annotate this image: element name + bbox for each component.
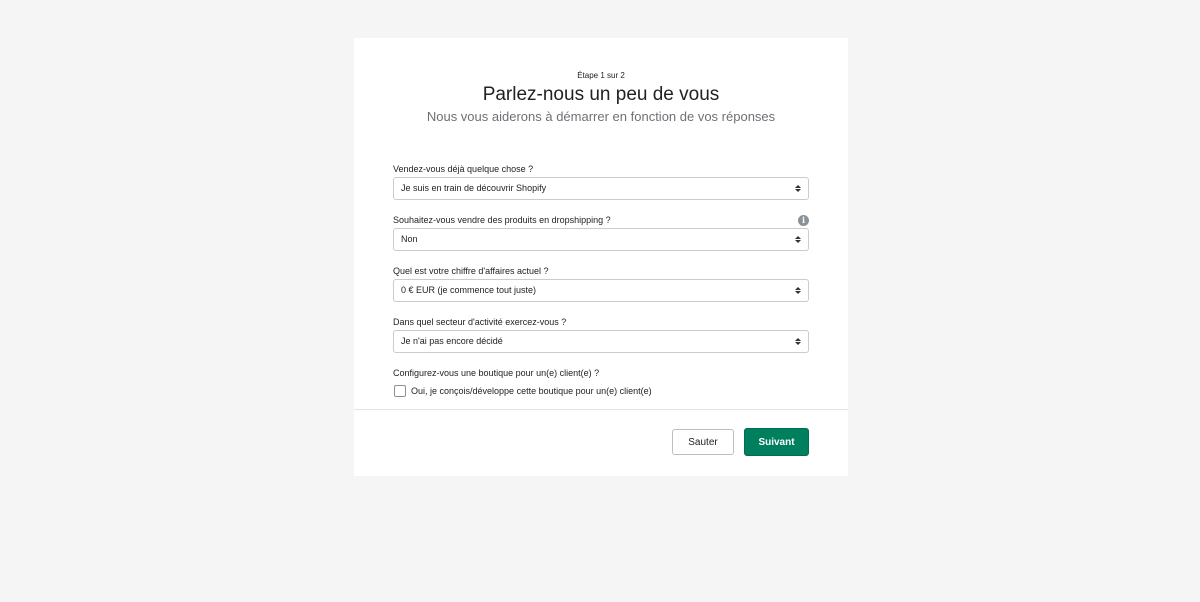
client-checkbox-row[interactable]: Oui, je conçois/développe cette boutique… bbox=[393, 385, 809, 397]
footer-divider bbox=[354, 409, 848, 410]
industry-select[interactable]: Je n'ai pas encore décidé bbox=[393, 330, 809, 353]
field-revenue: Quel est votre chiffre d'affaires actuel… bbox=[393, 264, 809, 302]
onboarding-card: Étape 1 sur 2 Parlez-nous un peu de vous… bbox=[354, 38, 848, 476]
field-label: Souhaitez-vous vendre des produits en dr… bbox=[393, 215, 611, 225]
questionnaire-form: Vendez-vous déjà quelque chose ? Je suis… bbox=[393, 162, 809, 397]
select-value: Je suis en train de découvrir Shopify bbox=[401, 183, 547, 193]
field-label: Configurez-vous une boutique pour un(e) … bbox=[393, 368, 600, 378]
info-icon[interactable]: i bbox=[798, 214, 809, 226]
field-industry: Dans quel secteur d'activité exercez-vou… bbox=[393, 315, 809, 353]
field-client-store: Configurez-vous une boutique pour un(e) … bbox=[393, 366, 809, 397]
field-label: Vendez-vous déjà quelque chose ? bbox=[393, 164, 534, 174]
step-indicator: Étape 1 sur 2 bbox=[577, 71, 625, 80]
chevron-updown-icon bbox=[795, 178, 801, 199]
chevron-updown-icon bbox=[795, 331, 801, 352]
page-background: Étape 1 sur 2 Parlez-nous un peu de vous… bbox=[0, 0, 1200, 602]
checkbox-label[interactable]: Oui, je conçois/développe cette boutique… bbox=[411, 386, 652, 396]
select-value: Non bbox=[401, 234, 418, 244]
field-label: Quel est votre chiffre d'affaires actuel… bbox=[393, 266, 549, 276]
page-subtitle: Nous vous aiderons à démarrer en fonctio… bbox=[426, 109, 776, 124]
card-header: Étape 1 sur 2 Parlez-nous un peu de vous… bbox=[354, 38, 848, 126]
select-value: Je n'ai pas encore décidé bbox=[401, 336, 503, 346]
card-footer: Sauter Suivant bbox=[672, 428, 809, 456]
revenue-select[interactable]: 0 € EUR (je commence tout juste) bbox=[393, 279, 809, 302]
field-label: Dans quel secteur d'activité exercez-vou… bbox=[393, 317, 567, 327]
next-button[interactable]: Suivant bbox=[744, 428, 809, 456]
skip-button[interactable]: Sauter bbox=[672, 429, 734, 455]
field-dropshipping: Souhaitez-vous vendre des produits en dr… bbox=[393, 213, 809, 251]
client-checkbox[interactable] bbox=[394, 385, 406, 397]
selling-status-select[interactable]: Je suis en train de découvrir Shopify bbox=[393, 177, 809, 200]
chevron-updown-icon bbox=[795, 229, 801, 250]
dropshipping-select[interactable]: Non bbox=[393, 228, 809, 251]
chevron-updown-icon bbox=[795, 280, 801, 301]
page-title: Parlez-nous un peu de vous bbox=[482, 84, 720, 105]
field-selling-status: Vendez-vous déjà quelque chose ? Je suis… bbox=[393, 162, 809, 200]
select-value: 0 € EUR (je commence tout juste) bbox=[401, 285, 537, 295]
